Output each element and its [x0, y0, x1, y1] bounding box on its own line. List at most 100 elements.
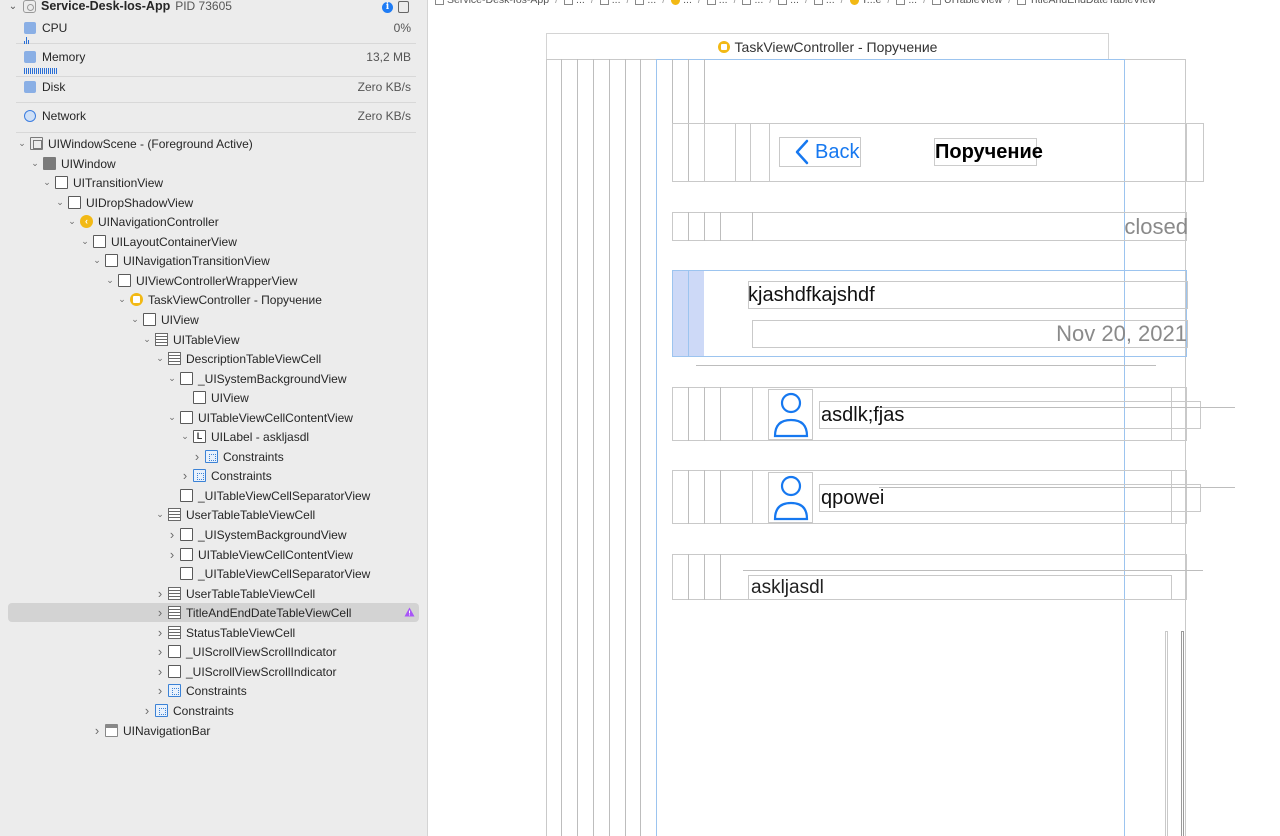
tree-node[interactable]: ⌄ UITableViewCellContentView [8, 408, 419, 427]
chevron-down-icon[interactable]: ⌄ [179, 431, 191, 442]
chevron-right-icon[interactable]: › [154, 605, 166, 620]
chevron-down-icon[interactable]: ⌄ [129, 314, 141, 325]
gauge-label: Memory [42, 50, 86, 64]
tree-node[interactable]: ⌄ _UISystemBackgroundView [8, 369, 419, 388]
chevron-down-icon[interactable]: ⌄ [154, 509, 166, 520]
user-name-label[interactable]: qpowei [821, 484, 884, 512]
chevron-right-icon[interactable]: › [191, 449, 203, 464]
tree-node[interactable]: › Constraints [8, 466, 419, 485]
gauge-network[interactable]: Network Zero KB/s [24, 107, 411, 125]
view-controller-icon [130, 293, 143, 306]
chevron-down-icon[interactable]: ⌄ [79, 236, 91, 247]
tree-node[interactable]: ⌄ UIDropShadowView [8, 193, 419, 212]
tree-node[interactable]: ⌄ UserTableTableViewCell [8, 505, 419, 524]
chevron-right-icon[interactable]: › [166, 527, 178, 542]
tree-node[interactable]: ⌄ UILayoutContainerView [8, 232, 419, 251]
chevron-left-icon [795, 139, 809, 165]
chevron-right-icon[interactable]: › [154, 664, 166, 679]
chevron-down-icon[interactable]: ⌄ [66, 216, 78, 227]
tree-node[interactable]: › _UISystemBackgroundView [8, 525, 419, 544]
chevron-down-icon[interactable]: ⌄ [154, 353, 166, 364]
chevron-down-icon[interactable]: ⌄ [16, 138, 28, 149]
tree-node-label: TaskViewController - Поручение [148, 292, 322, 307]
gauge-cpu[interactable]: CPU 0% [24, 19, 411, 37]
breadcrumb-item[interactable]: ... [635, 0, 656, 6]
warning-icon[interactable] [404, 607, 415, 617]
chevron-right-icon[interactable]: › [154, 625, 166, 640]
chevron-down-icon[interactable]: ⌄ [29, 158, 41, 169]
gauge-disk[interactable]: Disk Zero KB/s [24, 78, 411, 96]
tree-node[interactable]: › StatusTableViewCell [8, 623, 419, 642]
tree-node[interactable]: › UserTableTableViewCell [8, 584, 419, 603]
tree-node[interactable]: › Constraints [8, 701, 419, 720]
breadcrumb-item[interactable]: TitleAndEndDateTableView [1017, 0, 1156, 6]
tree-node[interactable]: ⌄ DescriptionTableViewCell [8, 349, 419, 368]
gauge-memory[interactable]: Memory 13,2 MB [24, 48, 411, 66]
tree-node[interactable]: ⌄ UIWindowScene - (Foreground Active) [8, 134, 419, 153]
chevron-down-icon[interactable]: ⌄ [104, 275, 116, 286]
chevron-right-icon[interactable]: › [179, 468, 191, 483]
chevron-down-icon[interactable]: ⌄ [54, 197, 66, 208]
tree-node[interactable]: › _UIScrollViewScrollIndicator [8, 642, 419, 661]
view-hierarchy-canvas[interactable]: Service-Desk-Ios-App /... /... /... /... /...… [429, 0, 1280, 836]
chevron-right-icon[interactable]: › [166, 547, 178, 562]
breadcrumb-item[interactable]: Service-Desk-Ios-App [435, 0, 549, 6]
tree-node[interactable]: _UITableViewCellSeparatorView [8, 564, 419, 583]
description-label[interactable]: askljasdl [751, 574, 824, 602]
tree-node[interactable]: ⌄ ‹ UINavigationController [8, 212, 419, 231]
breadcrumb-item[interactable]: ... [813, 0, 835, 6]
breadcrumb-item[interactable]: ... [896, 0, 917, 6]
chevron-right-icon[interactable]: › [154, 586, 166, 601]
tree-node[interactable]: › UITableViewCellContentView [8, 545, 419, 564]
status-label[interactable]: closed [1119, 212, 1188, 241]
breadcrumb-item[interactable]: ... [742, 0, 763, 6]
tree-node[interactable]: _UITableViewCellSeparatorView [8, 486, 419, 505]
chevron-down-icon[interactable]: ⌄ [91, 255, 103, 266]
tree-node[interactable]: ⌄ UIViewControllerWrapperView [8, 271, 419, 290]
breadcrumb-item[interactable]: ... [599, 0, 621, 6]
breadcrumb-item[interactable]: UITableView [932, 0, 1002, 6]
tree-node[interactable]: › _UIScrollViewScrollIndicator [8, 662, 419, 681]
breadcrumb-item[interactable]: T...e [849, 0, 881, 6]
scroll-indicator[interactable] [1181, 631, 1184, 836]
view-icon [180, 567, 193, 580]
breadcrumb-item[interactable]: ... [564, 0, 585, 6]
capture-icon[interactable] [398, 1, 409, 13]
task-date-label[interactable]: Nov 20, 2021 [1029, 320, 1187, 348]
chevron-down-icon[interactable]: ⌄ [141, 334, 153, 345]
chevron-right-icon[interactable]: › [154, 644, 166, 659]
back-button[interactable]: Back [795, 138, 859, 166]
chevron-right-icon[interactable]: › [154, 683, 166, 698]
chevron-down-icon[interactable]: ⌄ [8, 1, 18, 12]
tree-node[interactable]: ⌄ UIView [8, 310, 419, 329]
process-row[interactable]: ⌄ Service-Desk-Ios-App PID 73605 [8, 0, 232, 15]
tree-node[interactable]: › TitleAndEndDateTableViewCell [8, 603, 419, 622]
nav-title[interactable]: Поручение [934, 138, 1043, 166]
tree-node[interactable]: ⌄ TaskViewController - Поручение [8, 290, 419, 309]
tree-node[interactable]: UIView [8, 388, 419, 407]
tree-node[interactable]: ⌄ UITransitionView [8, 173, 419, 192]
scroll-indicator[interactable] [1165, 631, 1168, 836]
breadcrumb-item[interactable]: ... [671, 0, 692, 6]
chevron-right-icon[interactable]: › [141, 703, 153, 718]
user-name-label[interactable]: asdlk;fjas [821, 401, 904, 429]
chevron-down-icon[interactable]: ⌄ [41, 177, 53, 188]
chevron-down-icon[interactable]: ⌄ [166, 373, 178, 384]
task-title-label[interactable]: kjashdfkajshdf [748, 281, 875, 309]
tree-node[interactable]: ⌄ UIWindow [8, 154, 419, 173]
tree-node[interactable]: ⌄ UINavigationTransitionView [8, 251, 419, 270]
chevron-down-icon[interactable]: ⌄ [166, 412, 178, 423]
tree-node-label: UIViewControllerWrapperView [136, 273, 298, 288]
tree-node[interactable]: ⌄ L UILabel - askljasdl [8, 427, 419, 446]
breadcrumb-item[interactable]: ... [778, 0, 799, 6]
chevron-right-icon[interactable]: › [91, 723, 103, 738]
breadcrumb-item[interactable]: ... [706, 0, 728, 6]
tree-node[interactable]: › UINavigationBar [8, 721, 419, 740]
chevron-down-icon[interactable]: ⌄ [116, 294, 128, 305]
tree-node[interactable]: › Constraints [8, 447, 419, 466]
status-cell[interactable] [672, 212, 1187, 241]
breadcrumb-separator: / [697, 0, 701, 6]
tree-node[interactable]: › Constraints [8, 681, 419, 700]
info-icon[interactable]: i [382, 2, 393, 13]
tree-node[interactable]: ⌄ UITableView [8, 330, 419, 349]
